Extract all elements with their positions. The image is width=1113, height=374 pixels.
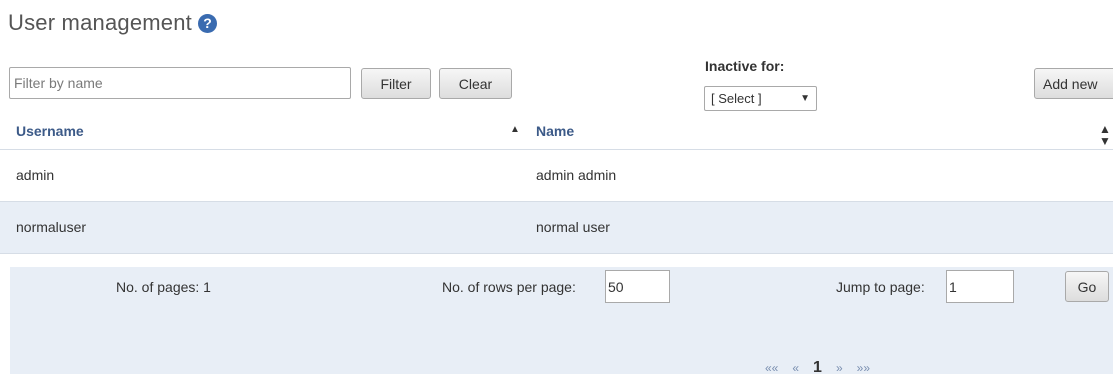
filter-button[interactable]: Filter xyxy=(361,68,431,99)
username-cell: normaluser xyxy=(16,219,87,235)
inactive-for-select[interactable]: [ Select ] ▼ xyxy=(704,86,817,111)
page-count-label: No. of pages: 1 xyxy=(116,279,211,295)
table-row[interactable]: normaluser normal user xyxy=(0,202,1113,254)
pagination: «« « 1 » »» xyxy=(765,359,870,374)
page-title: User management xyxy=(8,10,192,35)
sort-both-icon[interactable]: ▲ ▼ xyxy=(1099,123,1111,147)
name-cell: normal user xyxy=(536,219,610,235)
table-header: Username ▲ Name ▲ ▼ xyxy=(0,115,1113,150)
go-button[interactable]: Go xyxy=(1065,271,1109,302)
rows-per-page-input[interactable] xyxy=(605,270,670,303)
column-header-name[interactable]: Name xyxy=(536,123,574,139)
jump-to-page-input[interactable] xyxy=(946,270,1014,303)
current-page[interactable]: 1 xyxy=(813,359,822,374)
previous-page-link[interactable]: « xyxy=(792,361,799,374)
sort-ascending-icon[interactable]: ▲ xyxy=(510,124,520,135)
dropdown-arrow-icon: ▼ xyxy=(800,93,810,104)
jump-to-page-label: Jump to page: xyxy=(836,279,925,295)
rows-per-page-label: No. of rows per page: xyxy=(442,279,576,295)
question-circle-icon[interactable]: ? xyxy=(197,13,217,33)
filter-by-name-input[interactable] xyxy=(9,67,351,99)
title-row: User management ? xyxy=(8,10,217,36)
username-cell: admin xyxy=(16,167,55,183)
first-page-link[interactable]: «« xyxy=(765,361,778,374)
user-management-page: User management ? Filter Clear Inactive … xyxy=(0,0,1113,374)
table-row[interactable]: admin admin admin xyxy=(0,150,1113,202)
pager-bar: No. of pages: 1 No. of rows per page: Ju… xyxy=(10,267,1113,374)
column-header-username[interactable]: Username xyxy=(16,123,84,139)
inactive-for-selected-value: [ Select ] xyxy=(711,91,762,106)
name-cell: admin admin xyxy=(536,167,617,183)
add-new-button[interactable]: Add new xyxy=(1034,68,1113,99)
next-page-link[interactable]: » xyxy=(836,361,843,374)
inactive-for-label: Inactive for: xyxy=(705,58,785,74)
last-page-link[interactable]: »» xyxy=(857,361,870,374)
clear-button[interactable]: Clear xyxy=(439,68,512,99)
